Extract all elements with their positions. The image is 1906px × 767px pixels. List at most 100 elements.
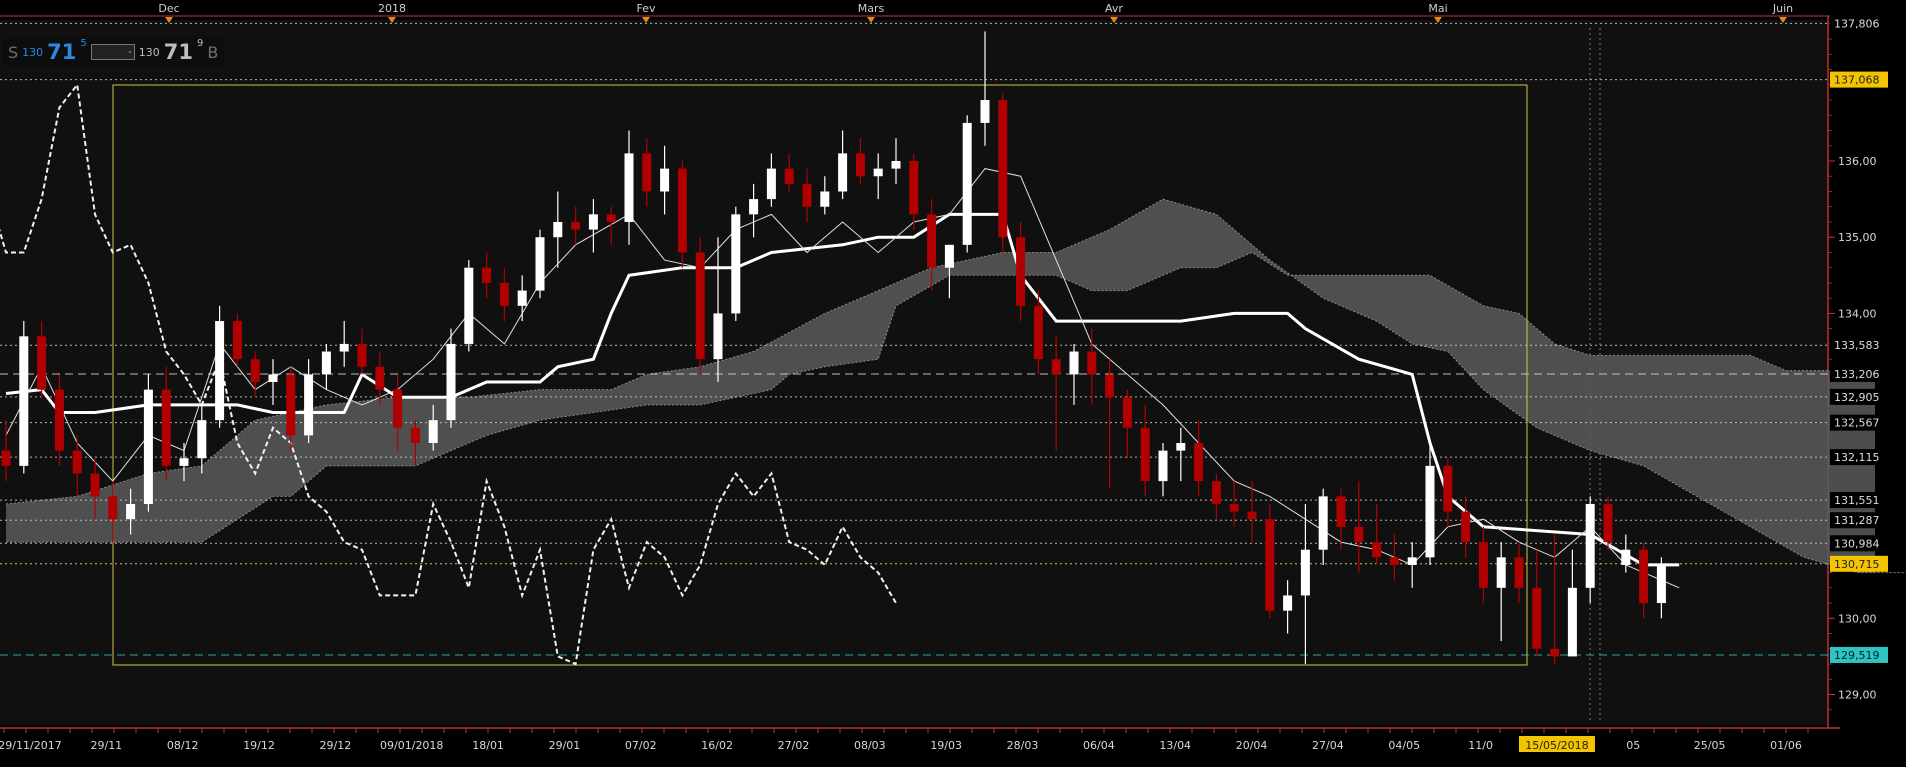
candle-body-down[interactable] xyxy=(1087,351,1097,375)
candle-body-up[interactable] xyxy=(321,351,331,375)
ichimoku-chart[interactable]: Dec 2018 Fev Mars Avr Mai Juin 29/11/2017 29/11 0… xyxy=(0,0,1906,763)
candle-body-down[interactable] xyxy=(1194,443,1204,482)
candle-body-up[interactable] xyxy=(553,221,563,238)
candle-body-up[interactable] xyxy=(962,122,972,245)
candle-body-down[interactable] xyxy=(1461,511,1471,543)
candle-body-down[interactable] xyxy=(909,161,919,215)
candle-body-up[interactable] xyxy=(143,389,153,504)
candle-body-up[interactable] xyxy=(1069,351,1079,375)
candle-body-up[interactable] xyxy=(179,458,189,466)
candle-body-up[interactable] xyxy=(838,153,848,192)
candle-body-up[interactable] xyxy=(268,374,278,383)
candle-body-down[interactable] xyxy=(410,427,420,443)
candle-body-down[interactable] xyxy=(375,366,385,390)
candle-body-down[interactable] xyxy=(499,282,509,306)
candle-body-up[interactable] xyxy=(19,336,29,466)
candle-body-down[interactable] xyxy=(1051,359,1061,375)
candle-body-up[interactable] xyxy=(1283,595,1293,611)
candle-body-up[interactable] xyxy=(215,321,225,421)
candle-body-up[interactable] xyxy=(1621,549,1631,565)
candle-body-down[interactable] xyxy=(571,221,581,230)
candle-body-up[interactable] xyxy=(766,168,776,200)
candle-body-down[interactable] xyxy=(1372,542,1382,558)
candle-body-down[interactable] xyxy=(1478,542,1488,588)
candle-body-up[interactable] xyxy=(588,214,598,230)
candle-body-up[interactable] xyxy=(731,214,741,314)
sell-price[interactable]: 71 xyxy=(47,40,76,64)
candle-body-down[interactable] xyxy=(357,343,367,367)
candle-body-down[interactable] xyxy=(37,336,47,390)
candle-body-up[interactable] xyxy=(197,420,207,459)
candle-body-up[interactable] xyxy=(1407,557,1417,565)
candle-body-down[interactable] xyxy=(108,496,118,520)
candle-body-down[interactable] xyxy=(1603,503,1613,543)
candle-body-down[interactable] xyxy=(1336,496,1346,527)
candle-body-down[interactable] xyxy=(927,214,937,268)
candle-body-down[interactable] xyxy=(1443,465,1453,512)
candle-body-down[interactable] xyxy=(54,389,64,451)
candle-body-down[interactable] xyxy=(1105,374,1115,398)
candle-body-down[interactable] xyxy=(677,168,687,253)
candle-body-down[interactable] xyxy=(482,267,492,283)
buy-letter[interactable]: B xyxy=(207,43,218,62)
candle-body-up[interactable] xyxy=(1425,465,1435,558)
buy-price[interactable]: 71 xyxy=(164,40,193,64)
chart-svg[interactable]: Dec 2018 Fev Mars Avr Mai Juin 29/11/2017 29/11 0… xyxy=(0,0,1906,763)
candle-body-down[interactable] xyxy=(286,374,296,436)
candle-body-up[interactable] xyxy=(428,420,438,443)
candle-body-down[interactable] xyxy=(784,168,794,184)
candle-body-up[interactable] xyxy=(1496,557,1506,588)
candle-body-down[interactable] xyxy=(72,450,82,474)
candle-body-up[interactable] xyxy=(126,503,136,520)
candle-body-down[interactable] xyxy=(695,252,705,360)
quantity-arrow[interactable]: - xyxy=(128,47,132,58)
candle-body-down[interactable] xyxy=(161,389,171,466)
candle-body-up[interactable] xyxy=(944,244,954,268)
candle-body-down[interactable] xyxy=(1639,549,1649,604)
candle-body-down[interactable] xyxy=(393,389,403,428)
candle-body-up[interactable] xyxy=(1567,587,1577,657)
candle-body-up[interactable] xyxy=(517,290,527,306)
candle-body-down[interactable] xyxy=(1532,587,1542,649)
candle-body-up[interactable] xyxy=(446,343,456,421)
candle-body-down[interactable] xyxy=(1122,397,1132,428)
candle-body-up[interactable] xyxy=(1176,443,1186,451)
candle-body-down[interactable] xyxy=(1247,511,1257,520)
candle-body-down[interactable] xyxy=(1550,648,1560,657)
candle-body-up[interactable] xyxy=(713,313,723,360)
candle-body-up[interactable] xyxy=(304,374,314,436)
candle-body-down[interactable] xyxy=(1211,481,1221,504)
candle-body-down[interactable] xyxy=(855,153,865,177)
candle-body-up[interactable] xyxy=(891,161,901,169)
candle-body-up[interactable] xyxy=(873,168,883,177)
candle-body-down[interactable] xyxy=(1229,503,1239,512)
candle-body-down[interactable] xyxy=(802,183,812,207)
candle-body-down[interactable] xyxy=(1140,427,1150,482)
quantity-input[interactable]: - xyxy=(90,44,135,60)
price-widget[interactable]: S 130 71 5 - 130 71 9 B xyxy=(2,38,225,66)
candle-body-down[interactable] xyxy=(642,153,652,192)
candle-body-down[interactable] xyxy=(1514,557,1524,588)
candle-body-down[interactable] xyxy=(1354,526,1364,543)
candle-body-up[interactable] xyxy=(820,191,830,207)
candle-body-down[interactable] xyxy=(606,214,616,222)
candle-body-down[interactable] xyxy=(1016,237,1026,306)
candle-body-down[interactable] xyxy=(1265,519,1275,611)
candle-body-up[interactable] xyxy=(624,153,634,222)
candle-body-up[interactable] xyxy=(339,343,349,352)
candle-body-down[interactable] xyxy=(998,100,1008,238)
candle-body-down[interactable] xyxy=(90,473,100,497)
candle-body-up[interactable] xyxy=(464,267,474,344)
candle-body-up[interactable] xyxy=(660,168,670,192)
candle-body-down[interactable] xyxy=(1,450,11,466)
candle-body-up[interactable] xyxy=(1300,549,1310,596)
candle-body-up[interactable] xyxy=(1585,503,1595,588)
sell-letter[interactable]: S xyxy=(8,43,18,62)
candle-body-down[interactable] xyxy=(250,359,260,383)
candle-body-up[interactable] xyxy=(535,237,545,291)
candle-body-down[interactable] xyxy=(232,321,242,360)
candle-body-up[interactable] xyxy=(749,199,759,215)
candle-body-up[interactable] xyxy=(1158,450,1168,482)
candle-body-up[interactable] xyxy=(1318,496,1328,550)
candle-body-down[interactable] xyxy=(1389,557,1399,565)
